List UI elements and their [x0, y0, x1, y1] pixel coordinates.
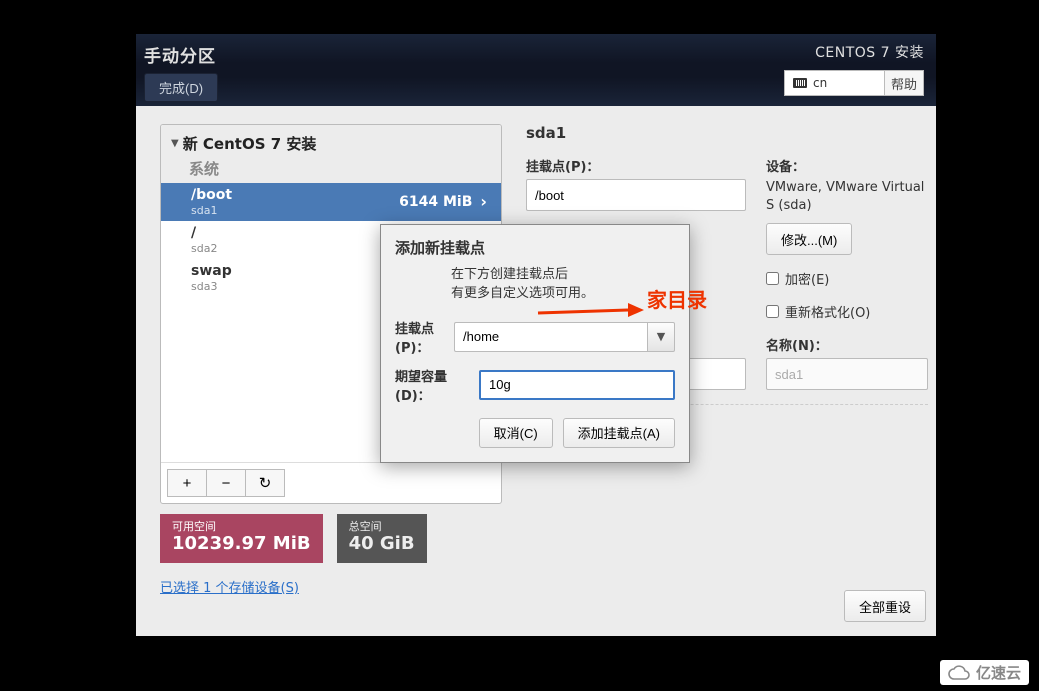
partition-device: sda2	[191, 242, 217, 255]
total-space-label: 总空间	[349, 520, 415, 533]
annotation-text: 家目录	[647, 284, 707, 313]
partition-row-boot[interactable]: /boot sda1 6144 MiB ›	[161, 183, 501, 221]
watermark: 亿速云	[940, 660, 1029, 685]
cancel-button[interactable]: 取消(C)	[479, 418, 553, 448]
partition-mount: /boot	[191, 187, 232, 204]
name-field-label: 名称(N)：	[766, 335, 928, 354]
reset-all-button[interactable]: 全部重设	[844, 590, 926, 622]
installer-topbar: 手动分区 完成(D) CENTOS 7 安装 cn 帮助	[136, 34, 936, 106]
reformat-checkbox[interactable]	[766, 305, 779, 318]
dialog-mount-input[interactable]	[454, 322, 647, 352]
partition-toolbar: + − ↻	[161, 462, 501, 503]
mount-point-input[interactable]	[526, 179, 746, 211]
partition-device: sda1	[191, 204, 232, 217]
remove-partition-button[interactable]: −	[206, 469, 246, 497]
add-mount-point-button[interactable]: 添加挂载点(A)	[563, 418, 675, 448]
watermark-text: 亿速云	[976, 662, 1021, 683]
chevron-right-icon: ›	[480, 192, 487, 211]
encrypt-label: 加密(E)	[785, 269, 829, 288]
dialog-capacity-label: 期望容量(D)：	[395, 366, 469, 404]
tree-group-system: 系统	[189, 158, 491, 179]
modify-device-button[interactable]: 修改...(M)	[766, 223, 852, 255]
chevron-down-icon[interactable]: ▼	[647, 322, 675, 352]
available-space-label: 可用空间	[172, 520, 311, 533]
selected-partition-heading: sda1	[526, 124, 928, 142]
storage-devices-link[interactable]: 已选择 1 个存储设备(S)	[160, 577, 502, 596]
total-space-box: 总空间 40 GiB	[337, 514, 427, 563]
help-button[interactable]: 帮助	[884, 70, 924, 96]
dialog-capacity-input[interactable]	[479, 370, 675, 400]
add-partition-button[interactable]: +	[167, 469, 207, 497]
installer-title: CENTOS 7 安装	[815, 42, 924, 62]
device-label: 设备：	[766, 156, 928, 175]
encrypt-checkbox[interactable]	[766, 272, 779, 285]
mount-point-combobox[interactable]: ▼	[454, 322, 675, 352]
reload-button[interactable]: ↻	[245, 469, 285, 497]
total-space-value: 40 GiB	[349, 533, 415, 555]
tree-root[interactable]: ▼ 新 CentOS 7 安装	[171, 133, 491, 154]
keyboard-layout: cn	[813, 76, 827, 90]
cloud-icon	[948, 665, 970, 681]
keyboard-icon	[793, 78, 807, 88]
encrypt-row[interactable]: 加密(E)	[766, 269, 928, 288]
partition-mount: swap	[191, 263, 232, 280]
add-mount-point-dialog: 添加新挂载点 在下方创建挂载点后 有更多自定义选项可用。 挂载点(P)： ▼ 期…	[380, 224, 690, 463]
available-space-value: 10239.97 MiB	[172, 533, 311, 555]
done-button[interactable]: 完成(D)	[144, 73, 218, 102]
available-space-box: 可用空间 10239.97 MiB	[160, 514, 323, 563]
reformat-label: 重新格式化(O)	[785, 302, 870, 321]
device-description: VMware, VMware Virtual S (sda)	[766, 179, 928, 215]
partition-size: 6144 MiB	[399, 194, 472, 211]
partition-mount: /	[191, 225, 217, 242]
disclosure-triangle-icon: ▼	[171, 138, 179, 149]
dialog-mount-label: 挂载点(P)：	[395, 318, 444, 356]
keyboard-indicator[interactable]: cn	[784, 70, 884, 96]
reformat-row[interactable]: 重新格式化(O)	[766, 302, 928, 321]
mount-point-label: 挂载点(P)：	[526, 156, 746, 175]
dialog-title: 添加新挂载点	[395, 237, 675, 258]
partition-device: sda3	[191, 280, 232, 293]
name-input	[766, 358, 928, 390]
page-title: 手动分区	[144, 42, 218, 67]
annotation-arrow-icon	[536, 299, 646, 325]
